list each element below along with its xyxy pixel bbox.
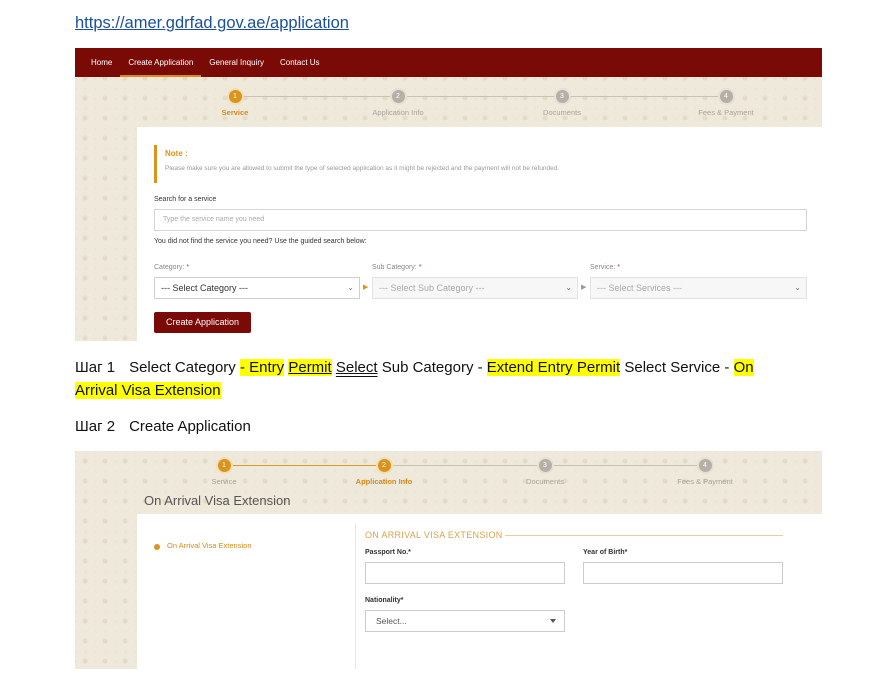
year-of-birth-input[interactable] [583, 562, 783, 584]
arrow-right-icon: ▶ [363, 284, 369, 291]
step-label: Application Info [355, 477, 413, 486]
step-application-info: 2 Application Info [344, 457, 424, 486]
subcategory-select[interactable]: --- Select Sub Category --- ⌄ [372, 277, 578, 299]
service-card: Note : Please make sure you are allowed … [137, 127, 822, 341]
step-number: 2 [389, 88, 407, 105]
service-selection-screenshot: Home Create Application General Inquiry … [75, 48, 822, 341]
step-number: 3 [536, 457, 554, 474]
step-service: 1 Service [195, 88, 275, 117]
step-label: Documents [526, 477, 564, 486]
step-documents: 3 Documents [522, 88, 602, 117]
top-navbar: Home Create Application General Inquiry … [75, 48, 822, 77]
progress-stepper: 1 Service 2 Application Info 3 Documents… [75, 457, 822, 491]
service-select[interactable]: --- Select Services --- ⌄ [590, 277, 807, 299]
sidebar-item-on-arrival-visa-extension[interactable]: On Arrival Visa Extension [167, 541, 252, 550]
service-label: Service: * [590, 264, 620, 271]
service-value: --- Select Services --- [597, 283, 683, 293]
vertical-divider [355, 524, 356, 669]
step-label: Fees & Payment [698, 108, 754, 117]
step-fees-payment: 4 Fees & Payment [665, 457, 745, 486]
step-number: 4 [717, 88, 735, 105]
chevron-down-icon: ⌄ [565, 283, 572, 292]
chevron-down-icon: ⌄ [794, 283, 801, 292]
subcategory-value: --- Select Sub Category --- [379, 283, 485, 293]
step-number: 2 [375, 457, 393, 474]
step-service: 1 Service [184, 457, 264, 486]
year-of-birth-label: Year of Birth* [583, 549, 628, 556]
section-title: ON ARRIVAL VISA EXTENSION [365, 530, 503, 540]
subcategory-label: Sub Category: * [372, 264, 422, 271]
nav-home[interactable]: Home [83, 48, 120, 77]
nav-contact-us[interactable]: Contact Us [272, 48, 328, 77]
step-label: Fees & Payment [677, 477, 733, 486]
category-value: --- Select Category --- [161, 283, 249, 293]
step-label: Service [221, 108, 249, 117]
application-info-card: On Arrival Visa Extension ON ARRIVAL VIS… [137, 514, 822, 669]
nationality-label: Nationality* [365, 597, 404, 604]
chevron-down-icon: ⌄ [347, 283, 354, 292]
caret-down-icon [550, 619, 556, 623]
instruction-step-2: Шаг 2 Create Application [75, 418, 251, 435]
amer-url-link[interactable]: https://amer.gdrfad.gov.ae/application [75, 14, 349, 33]
note-box: Note : Please make sure you are allowed … [154, 145, 674, 183]
active-dot-icon [154, 544, 160, 550]
create-application-button[interactable]: Create Application [154, 312, 251, 333]
step-fees-payment: 4 Fees & Payment [686, 88, 766, 117]
progress-stepper: 1 Service 2 Application Info 3 Documents… [75, 88, 822, 122]
step-number: 3 [553, 88, 571, 105]
note-title: Note : [165, 149, 188, 158]
section-divider [505, 535, 783, 536]
search-label: Search for a service [154, 196, 217, 203]
page-title: On Arrival Visa Extension [144, 493, 291, 508]
nav-general-inquiry[interactable]: General Inquiry [201, 48, 272, 77]
passport-label: Passport No.* [365, 549, 411, 556]
nationality-select[interactable]: Select... [365, 610, 565, 632]
category-label: Category: * [154, 264, 190, 271]
step-application-info: 2 Application Info [358, 88, 438, 117]
step-label: Application Info [372, 108, 424, 117]
nationality-value: Select... [376, 616, 407, 626]
step-label: Service [211, 477, 237, 486]
nav-create-application[interactable]: Create Application [120, 48, 202, 77]
service-search-input[interactable]: Type the service name you need [154, 209, 807, 231]
instruction-step-1: Шаг 1 Select Category - Entry Permit Sele… [75, 359, 754, 399]
step-documents: 3 Documents [505, 457, 585, 486]
guided-search-text: You did not find the service you need? U… [154, 238, 367, 245]
step-number: 1 [226, 88, 244, 105]
category-select[interactable]: --- Select Category --- ⌄ [154, 277, 360, 299]
arrow-right-icon: ▶ [581, 284, 587, 291]
step-label: Documents [543, 108, 581, 117]
application-info-screenshot: 1 Service 2 Application Info 3 Documents… [75, 451, 822, 669]
step-number: 1 [215, 457, 233, 474]
note-text: Please make sure you are allowed to subm… [165, 165, 560, 172]
passport-input[interactable] [365, 562, 565, 584]
stepper-line [235, 96, 723, 97]
step-number: 4 [696, 457, 714, 474]
